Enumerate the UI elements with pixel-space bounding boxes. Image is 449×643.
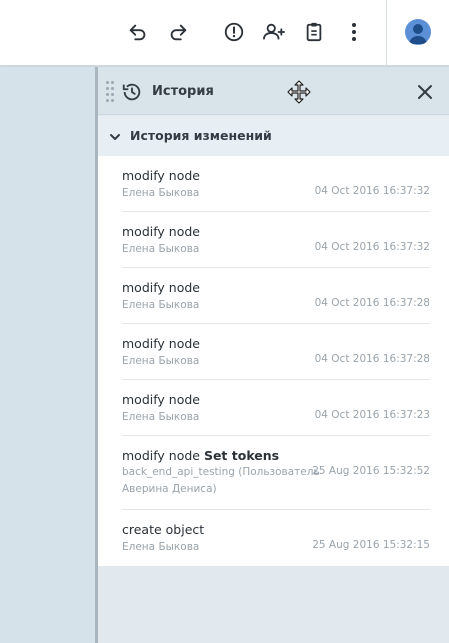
list-item[interactable]: modify node Елена Быкова 04 Oct 2016 16:…	[122, 212, 430, 268]
history-action: modify node	[122, 336, 200, 351]
history-action: modify node	[122, 280, 200, 295]
more-vertical-icon[interactable]	[341, 19, 367, 45]
history-user: Елена Быкова	[122, 355, 200, 367]
history-user: Елена Быкова	[122, 411, 200, 423]
section-title: История изменений	[130, 128, 272, 143]
redo-icon[interactable]	[165, 19, 191, 45]
list-item[interactable]: modify node Елена Быкова 04 Oct 2016 16:…	[122, 324, 430, 380]
user-avatar-icon[interactable]	[405, 19, 431, 45]
history-user: Елена Быкова	[122, 299, 200, 311]
canvas-area	[0, 67, 95, 643]
history-date: 25 Aug 2016 15:32:52	[312, 465, 430, 477]
section-header-history-changes[interactable]: История изменений	[98, 116, 449, 156]
top-toolbar	[0, 0, 449, 66]
history-date: 04 Oct 2016 16:37:32	[314, 185, 430, 197]
history-action: modify node Set tokens	[122, 448, 280, 463]
panel-title: История	[152, 84, 214, 99]
history-list: modify node Елена Быкова 04 Oct 2016 16:…	[98, 156, 449, 566]
history-action: modify node	[122, 392, 200, 407]
panel-header: История	[98, 67, 449, 115]
history-action-detail: Set tokens	[203, 448, 280, 463]
list-item[interactable]: modify node Set tokens back_end_api_test…	[122, 436, 430, 510]
history-user: Елена Быкова	[122, 541, 200, 553]
history-user: back_end_api_testing (Пользователь Аверин…	[122, 466, 320, 495]
chevron-down-icon[interactable]	[108, 129, 122, 143]
history-date: 25 Aug 2016 15:32:15	[312, 539, 430, 551]
close-icon[interactable]	[415, 82, 435, 102]
toolbar-divider	[386, 0, 387, 66]
history-date: 04 Oct 2016 16:37:32	[314, 241, 430, 253]
list-item[interactable]: modify node Елена Быкова 04 Oct 2016 16:…	[122, 380, 430, 436]
history-action: modify node	[122, 168, 200, 183]
history-panel: История История изменений modify node Ел…	[98, 67, 449, 643]
list-item[interactable]: modify node Елена Быкова 04 Oct 2016 16:…	[122, 268, 430, 324]
history-action: modify node	[122, 224, 200, 239]
undo-icon[interactable]	[125, 19, 151, 45]
history-user: Елена Быкова	[122, 187, 200, 199]
history-action: create object	[122, 522, 205, 537]
alert-icon[interactable]	[221, 19, 247, 45]
move-cursor-icon	[286, 79, 312, 105]
history-date: 04 Oct 2016 16:37:28	[314, 353, 430, 365]
history-date: 04 Oct 2016 16:37:23	[314, 409, 430, 421]
history-user: Елена Быкова	[122, 243, 200, 255]
history-icon	[121, 81, 143, 103]
clipboard-icon[interactable]	[301, 19, 327, 45]
add-user-icon[interactable]	[261, 19, 287, 45]
history-date: 04 Oct 2016 16:37:28	[314, 297, 430, 309]
list-item[interactable]: create object Елена Быкова 25 Aug 2016 1…	[122, 510, 430, 566]
drag-handle-icon[interactable]	[106, 81, 116, 103]
list-item[interactable]: modify node Елена Быкова 04 Oct 2016 16:…	[122, 156, 430, 212]
